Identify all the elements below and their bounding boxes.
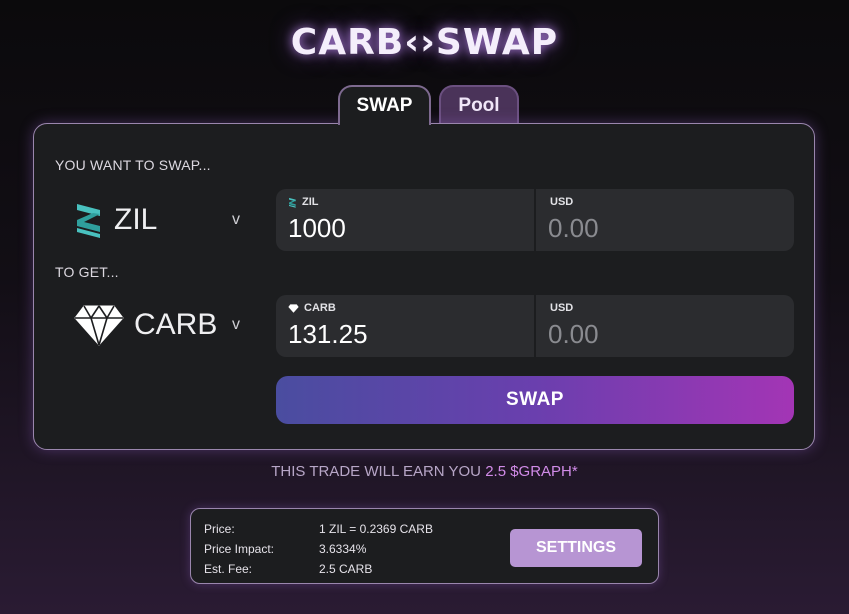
info-row-price-impact: Price Impact: 3.6334% (204, 542, 366, 556)
from-unit-label: ZIL (288, 196, 319, 208)
settings-button[interactable]: SETTINGS (510, 529, 642, 567)
chevron-down-icon: v (232, 316, 240, 333)
info-row-est-fee: Est. Fee: 2.5 CARB (204, 562, 372, 576)
earn-prefix: THIS TRADE WILL EARN YOU (271, 463, 486, 480)
swap-card: YOU WANT TO SWAP... ZIL v ZIL 1000 USD 0… (33, 123, 815, 450)
from-usd-input[interactable] (548, 213, 778, 244)
zil-icon (74, 201, 104, 239)
to-token-select[interactable]: CARB v (74, 295, 249, 355)
to-amount-input[interactable] (288, 319, 518, 350)
info-value: 2.5 CARB (319, 562, 373, 576)
tab-swap[interactable]: SWAP (338, 85, 431, 125)
info-label: Price: (204, 522, 235, 536)
trade-info-panel: Price: 1 ZIL = 0.2369 CARB Price Impact:… (190, 508, 659, 584)
from-token-select[interactable]: ZIL v (74, 190, 249, 250)
app-logo: CARB‹›SWAP (290, 22, 559, 63)
diamond-icon (74, 304, 124, 346)
tab-pool[interactable]: Pool (439, 85, 519, 125)
diamond-mini-icon (288, 303, 299, 313)
chevron-down-icon: v (232, 211, 240, 228)
info-label: Est. Fee: (204, 562, 253, 576)
from-token-symbol: ZIL (114, 203, 158, 236)
info-row-price: Price: 1 ZIL = 0.2369 CARB (204, 522, 433, 536)
to-unit-label: CARB (288, 302, 336, 314)
from-amount-box: ZIL USD (276, 189, 794, 251)
from-usd-label: USD (550, 196, 574, 208)
earn-message: THIS TRADE WILL EARN YOU 2.5 $GRAPH* (0, 463, 849, 480)
info-label: Price Impact: (204, 542, 275, 556)
to-usd-label: USD (550, 302, 574, 314)
to-section-label: TO GET... (55, 264, 119, 280)
zil-mini-icon (288, 197, 297, 208)
info-value: 1 ZIL = 0.2369 CARB (319, 522, 433, 536)
from-unit-text: ZIL (302, 196, 319, 208)
to-amount-box: CARB USD (276, 295, 794, 357)
swap-button[interactable]: SWAP (276, 376, 794, 424)
to-unit-text: CARB (304, 302, 336, 314)
to-token-symbol: CARB (134, 308, 218, 341)
earn-amount: 2.5 $GRAPH* (485, 463, 578, 480)
from-amount-input[interactable] (288, 213, 518, 244)
to-usd-input[interactable] (548, 319, 778, 350)
from-section-label: YOU WANT TO SWAP... (55, 157, 211, 173)
info-value: 3.6334% (319, 542, 367, 556)
